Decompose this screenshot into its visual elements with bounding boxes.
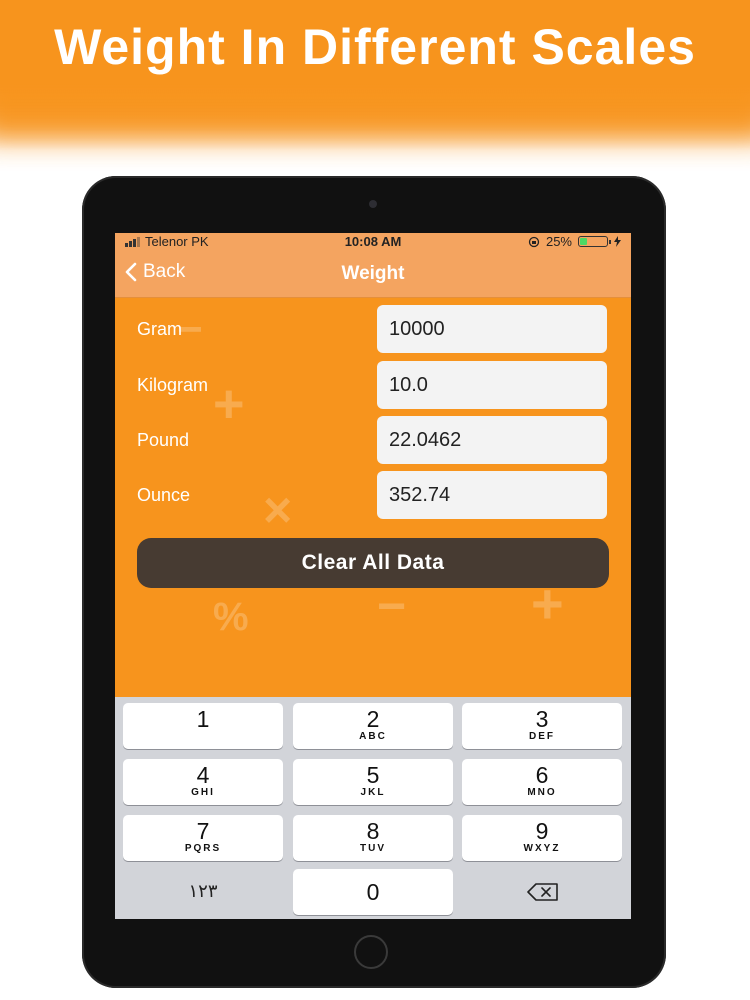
- key-8[interactable]: 8 TUV: [293, 815, 453, 861]
- rotation-lock-icon: [528, 236, 540, 247]
- gram-input[interactable]: [377, 305, 607, 353]
- backspace-icon: [527, 883, 558, 901]
- bolt-icon: [614, 236, 621, 247]
- field-row-ounce: Ounce: [115, 471, 631, 521]
- key-6[interactable]: 6 MNO: [462, 759, 622, 805]
- page-title: Weight: [341, 263, 405, 284]
- ounce-input[interactable]: [377, 471, 607, 519]
- kilogram-input[interactable]: [377, 361, 607, 409]
- home-button[interactable]: [354, 935, 388, 969]
- status-bar: Telenor PK 10:08 AM 25%: [115, 233, 631, 251]
- nav-bar: Back Weight: [115, 251, 631, 298]
- key-numerals-switch[interactable]: ١٢٣: [123, 869, 283, 915]
- field-row-kilogram: Kilogram: [115, 361, 631, 411]
- clear-all-button[interactable]: Clear All Data: [137, 538, 609, 588]
- key-7[interactable]: 7 PQRS: [123, 815, 283, 861]
- numeric-keyboard: 1 2 ABC 3 DEF 4 GHI 5 JKL 6 MNO 7 PQRS 8…: [115, 697, 631, 919]
- key-0[interactable]: 0: [293, 869, 453, 915]
- key-backspace[interactable]: [462, 869, 622, 915]
- key-2[interactable]: 2 ABC: [293, 703, 453, 749]
- tablet-frame: − + × % − + Telenor PK 10:08 AM 25% Back…: [82, 176, 666, 988]
- app-screen: − + × % − + Telenor PK 10:08 AM 25% Back…: [115, 233, 631, 919]
- key-1[interactable]: 1: [123, 703, 283, 749]
- battery-percent: 25%: [545, 234, 572, 249]
- field-label-gram: Gram: [137, 319, 182, 339]
- headline: Weight In Different Scales: [54, 19, 696, 75]
- field-row-pound: Pound: [115, 416, 631, 466]
- field-row-gram: Gram: [115, 305, 631, 355]
- key-4[interactable]: 4 GHI: [123, 759, 283, 805]
- camera: [369, 200, 377, 208]
- field-label-ounce: Ounce: [137, 485, 191, 505]
- key-3[interactable]: 3 DEF: [462, 703, 622, 749]
- pound-input[interactable]: [377, 416, 607, 464]
- battery-icon: [578, 236, 611, 247]
- key-5[interactable]: 5 JKL: [293, 759, 453, 805]
- deco-percent-symbol: %: [213, 595, 249, 639]
- field-label-kilogram: Kilogram: [137, 375, 209, 395]
- field-label-pound: Pound: [137, 430, 190, 450]
- key-9[interactable]: 9 WXYZ: [462, 815, 622, 861]
- battery-level: [580, 238, 587, 245]
